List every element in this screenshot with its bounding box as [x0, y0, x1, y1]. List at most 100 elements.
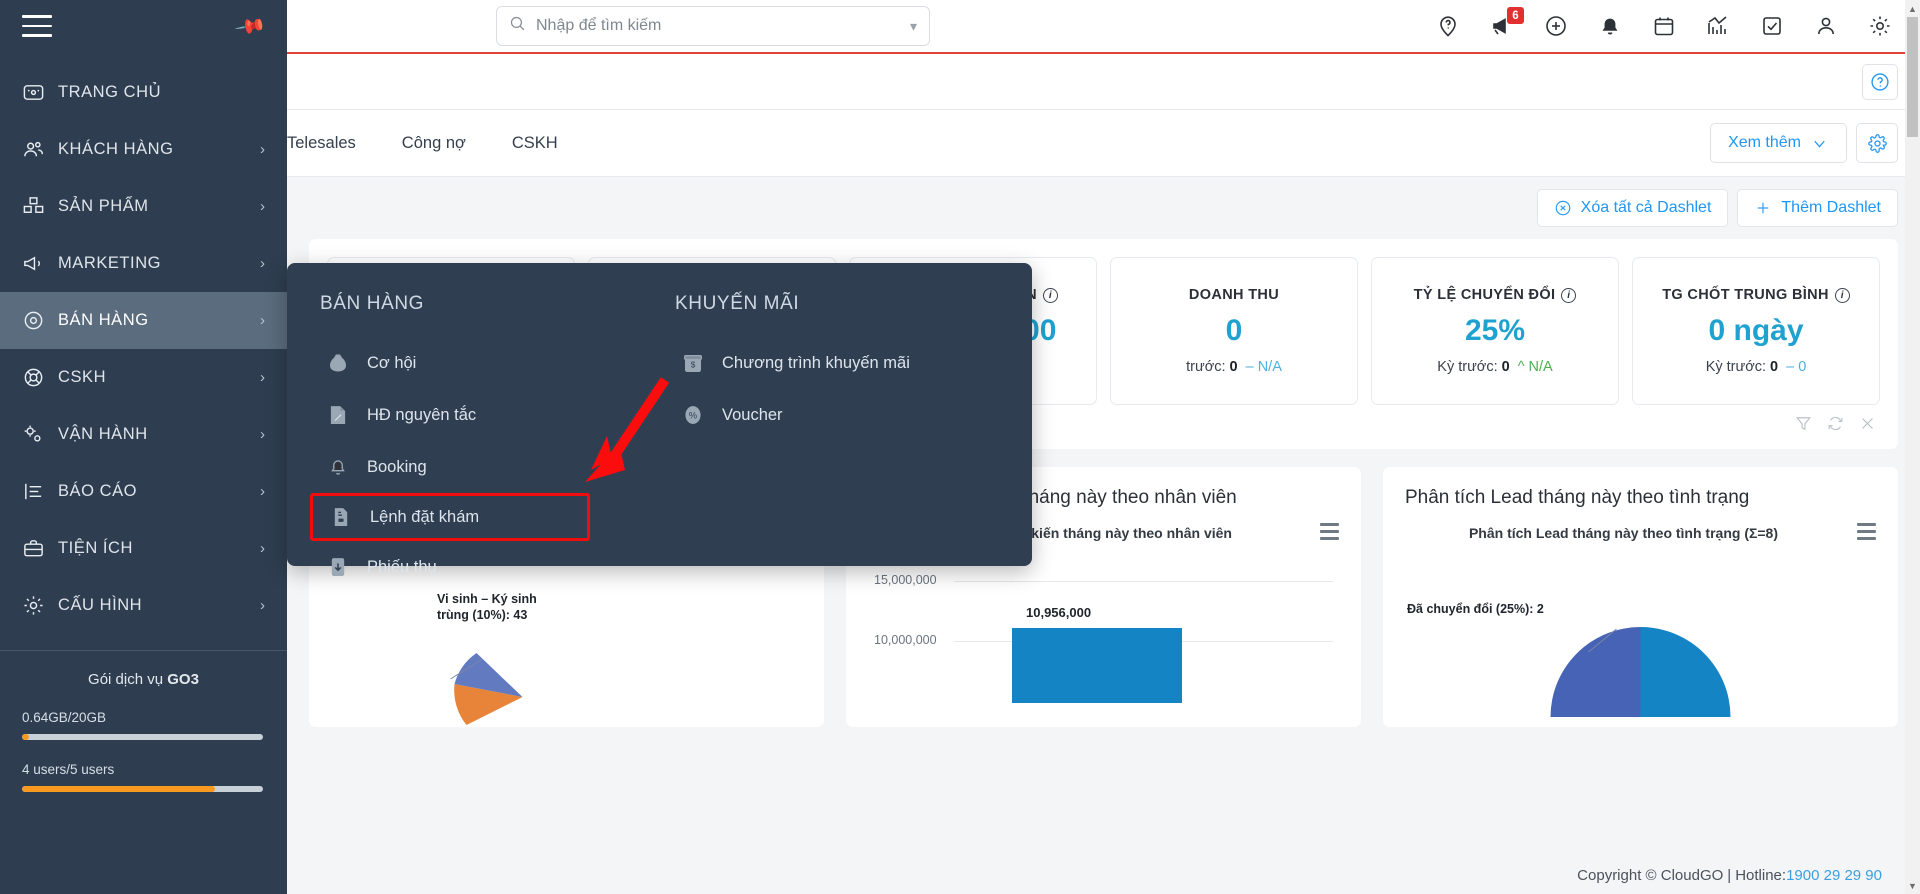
sidebar-item-label: TIỆN ÍCH [58, 539, 133, 557]
money-bag-icon [325, 350, 351, 376]
info-icon[interactable]: i [1834, 287, 1850, 303]
mega-menu-heading-promotion: KHUYẾN MÃI [675, 293, 800, 314]
analytics-icon[interactable] [1705, 13, 1731, 39]
kpi-card: TG CHỐT TRUNG BÌNH i 0 ngày Kỳ trước: 0–0 [1632, 257, 1880, 405]
sidebar-item-cấu-hình[interactable]: CẤU HÌNH › [0, 577, 287, 634]
mega-menu-item-cơ-hội[interactable]: Cơ hội [320, 337, 675, 389]
target-icon [22, 309, 58, 332]
receipt-download-icon [325, 554, 351, 580]
sidebar-item-báo-cáo[interactable]: BÁO CÁO › [0, 463, 287, 520]
add-dashlet-button[interactable]: Thêm Dashlet [1737, 189, 1898, 227]
bar-1[interactable] [1012, 628, 1182, 703]
bell-icon[interactable] [1597, 13, 1623, 39]
menu-toggle-icon[interactable] [22, 15, 52, 37]
help-button[interactable] [1862, 64, 1898, 100]
tab-settings-button[interactable] [1856, 123, 1898, 163]
mega-menu-item-lệnh-đặt-khám[interactable]: Lệnh đặt khám [310, 493, 590, 541]
vertical-scrollbar[interactable]: ▲ ▼ [1905, 0, 1920, 894]
mega-menu-item-phiếu-thu[interactable]: Phiếu thu [320, 541, 675, 593]
location-help-icon[interactable] [1435, 13, 1461, 39]
chevron-down-icon[interactable]: ▾ [910, 18, 917, 35]
lifebuoy-icon [22, 366, 58, 389]
top-bar-icons: 6 [1435, 0, 1893, 52]
kpi-delta: – N/A [1246, 359, 1282, 375]
view-more-button[interactable]: Xem thêm [1710, 123, 1847, 163]
kpi-subtext: trước: 0– N/A [1186, 359, 1282, 375]
kpi-delta-value: N/A [1528, 359, 1553, 375]
mega-menu-item-label: Voucher [722, 405, 783, 424]
sidebar-item-khách-hàng[interactable]: KHÁCH HÀNG › [0, 121, 287, 178]
pin-icon[interactable]: 📌 [233, 9, 268, 44]
gear-icon [22, 594, 58, 617]
sidebar-item-label: VẬN HÀNH [58, 425, 148, 443]
sidebar-item-vận-hành[interactable]: VẬN HÀNH › [0, 406, 287, 463]
sidebar-item-trang-chủ[interactable]: TRANG CHỦ [0, 64, 287, 121]
clear-all-dashlets-button[interactable]: Xóa tất cả Dashlet [1536, 189, 1729, 227]
sidebar: 📌 TRANG CHỦ KHÁCH HÀNG › SẢN PHẨM › MARKETING… [0, 0, 287, 894]
kpi-delta-value: N/A [1257, 359, 1282, 375]
user-usage-label: 4 users/5 users [22, 762, 115, 777]
search-icon [509, 15, 526, 37]
sidebar-item-label: BÁO CÁO [58, 482, 138, 500]
mega-menu-item-chương-trình-khuyến-mãi[interactable]: $ Chương trình khuyến mãi [675, 337, 1032, 389]
sidebar-item-tiện-ích[interactable]: TIỆN ÍCH › [0, 520, 287, 577]
add-circle-icon[interactable] [1543, 13, 1569, 39]
filter-icon[interactable] [1795, 415, 1812, 437]
gear-icon[interactable] [1867, 13, 1893, 39]
plan-prefix: Gói dịch vụ [88, 671, 168, 688]
breadcrumb-row [287, 54, 1920, 110]
chart-card-lead-status: Phân tích Lead tháng này theo tình trạng… [1383, 467, 1898, 727]
briefcase-icon [22, 537, 58, 560]
users-icon [22, 138, 58, 161]
global-search[interactable]: ▾ [496, 6, 930, 46]
task-check-icon[interactable] [1759, 13, 1785, 39]
plan-name: GO3 [167, 671, 199, 688]
kpi-prev-value: 0 [1770, 359, 1779, 375]
contract-sign-icon [325, 402, 351, 428]
chart-subtitle-lead-status: Phân tích Lead tháng này theo tình trạng… [1468, 525, 1779, 541]
mega-menu-item-voucher[interactable]: % Voucher [675, 389, 1032, 441]
search-input[interactable] [536, 17, 910, 35]
promo-box-icon: $ [680, 350, 706, 376]
megaphone-icon [22, 252, 58, 275]
sidebar-item-bán-hàng[interactable]: BÁN HÀNG › [0, 292, 287, 349]
user-usage-fill [22, 786, 215, 792]
user-icon[interactable] [1813, 13, 1839, 39]
sidebar-item-cskh[interactable]: CSKH › [0, 349, 287, 406]
dashlet-toolbar: Xóa tất cả Dashlet Thêm Dashlet [287, 177, 1920, 239]
sidebar-item-marketing[interactable]: MARKETING › [0, 235, 287, 292]
kpi-prev-value: 0 [1501, 359, 1510, 375]
medical-order-icon [328, 504, 354, 530]
footer-hotline-number[interactable]: 1900 29 29 90 [1786, 867, 1882, 884]
scroll-down-arrow-icon[interactable]: ▼ [1905, 877, 1920, 894]
user-usage: 4 users/5 users [0, 740, 287, 792]
mega-menu-item-label: Phiếu thu [367, 557, 437, 576]
announcement-icon[interactable]: 6 [1489, 7, 1524, 39]
kpi-prev-label-text: Kỳ trước: [1705, 359, 1767, 375]
chart-menu-icon-forecast-by-staff[interactable] [1320, 523, 1339, 541]
info-icon[interactable]: i [1042, 287, 1058, 303]
percent-icon: % [680, 402, 706, 428]
pie-svg-lead-status [1550, 627, 1731, 717]
sidebar-header: 📌 [0, 0, 287, 52]
chart-menu-icon-lead-status[interactable] [1857, 523, 1876, 541]
scroll-up-arrow-icon[interactable]: ▲ [1905, 0, 1920, 17]
scrollbar-thumb[interactable] [1907, 17, 1918, 137]
mega-menu-column-promotion: KHUYẾN MÃI $ Chương trình khuyến mãi% Vouc… [675, 293, 1032, 593]
info-icon[interactable]: i [1561, 287, 1577, 303]
tab-telesales[interactable]: Telesales [287, 134, 356, 153]
mega-menu-item-hđ-nguyên-tắc[interactable]: HĐ nguyên tắc [320, 389, 675, 441]
tab-cskh[interactable]: CSKH [512, 134, 558, 153]
bán-hàng-mega-menu: BÁN HÀNG Cơ hội HĐ nguyên tắc Booking Lệnh … [287, 263, 1032, 576]
chart-plot-lead-status: Đã chuyển đổi (25%): 2 [1405, 553, 1876, 717]
close-icon[interactable] [1859, 415, 1876, 437]
chevron-right-icon: › [260, 540, 265, 557]
tab-công-nợ[interactable]: Công nợ [402, 134, 466, 153]
sidebar-item-sản-phẩm[interactable]: SẢN PHẨM › [0, 178, 287, 235]
mega-menu-item-booking[interactable]: Booking [320, 441, 675, 493]
calendar-icon[interactable] [1651, 13, 1677, 39]
kpi-delta-value: 0 [1798, 359, 1807, 375]
kpi-delta-arrow-icon: ^ [1517, 359, 1525, 375]
refresh-icon[interactable] [1827, 415, 1844, 437]
chevron-right-icon: › [260, 255, 265, 272]
